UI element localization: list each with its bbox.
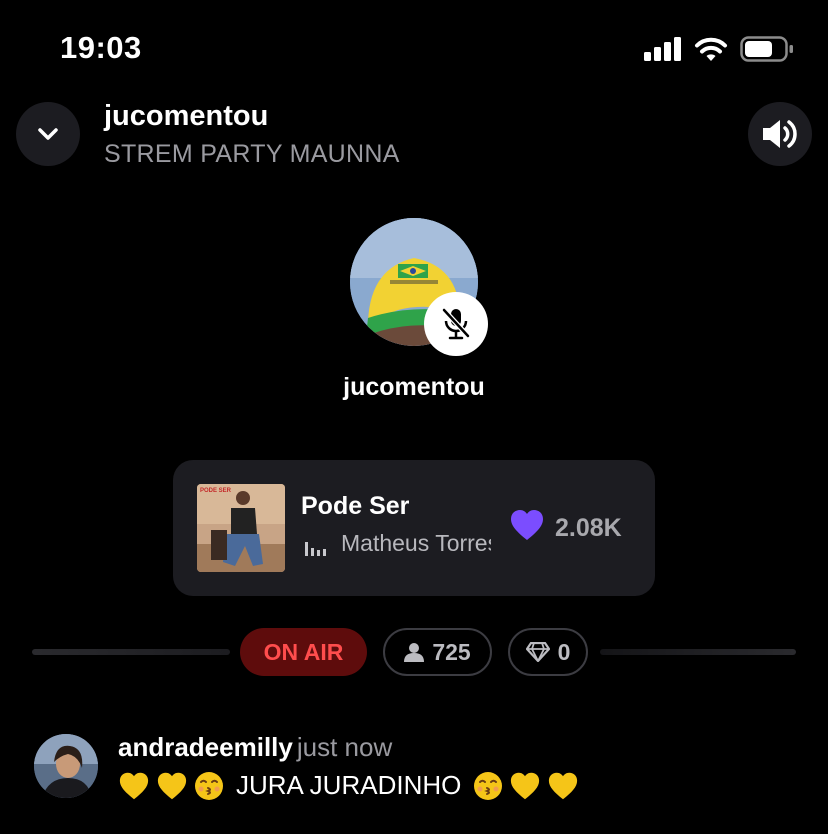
muted-badge [424,292,488,356]
sound-button[interactable] [748,102,812,166]
comment-time: just now [296,732,393,762]
room-name: STREM PARTY MAUNNA [104,140,400,168]
album-art: PODE SER [197,484,285,572]
comment-username[interactable]: andradeemilly [118,732,293,762]
album-cover-text: PODE SER [200,488,232,494]
yellow-heart-icon [157,772,187,799]
now-playing-card[interactable]: PODE SER Pode Ser Matheus Torres 2.08K [173,460,655,596]
microphone-off-icon [442,308,470,340]
album-cover: PODE SER [197,484,285,572]
speaker-icon [763,120,797,148]
on-air-badge: ON AIR [240,628,367,676]
kissing-face-icon [474,771,503,800]
heart-icon[interactable] [509,508,545,542]
collapse-button[interactable] [16,102,80,166]
commenter-avatar[interactable] [34,734,98,798]
status-time: 19:03 [60,30,142,65]
equalizer-icon [305,542,326,556]
status-bar: 19:03 [0,0,828,100]
person-icon [404,643,425,662]
gems-badge[interactable]: 0 [508,628,588,676]
diamond-icon [525,642,550,662]
signal-icon [644,37,681,61]
comment-text: JURA JURADINHO [118,770,579,801]
commenter-photo [34,734,98,798]
divider-left [32,649,230,655]
like-count: 2.08K [555,514,622,542]
yellow-heart-icon [511,772,540,799]
room-host-title: jucomentou [104,100,269,132]
gem-count: 0 [557,638,571,665]
kissing-face-icon [195,771,223,800]
comment-meta: andradeemilly just now [118,732,392,763]
viewer-count-badge[interactable]: 725 [383,628,492,676]
comment-message: JURA JURADINHO [236,770,462,800]
yellow-heart-icon [549,772,578,799]
status-icons [644,36,794,62]
song-artist: Matheus Torres [341,530,491,556]
viewer-count: 725 [432,638,471,665]
divider-right [600,649,796,655]
battery-icon [740,36,793,62]
host-name[interactable]: jucomentou [0,373,828,402]
chevron-down-icon [38,128,58,140]
song-title: Pode Ser [301,492,410,520]
yellow-heart-icon [119,772,149,799]
wifi-icon [695,37,727,61]
